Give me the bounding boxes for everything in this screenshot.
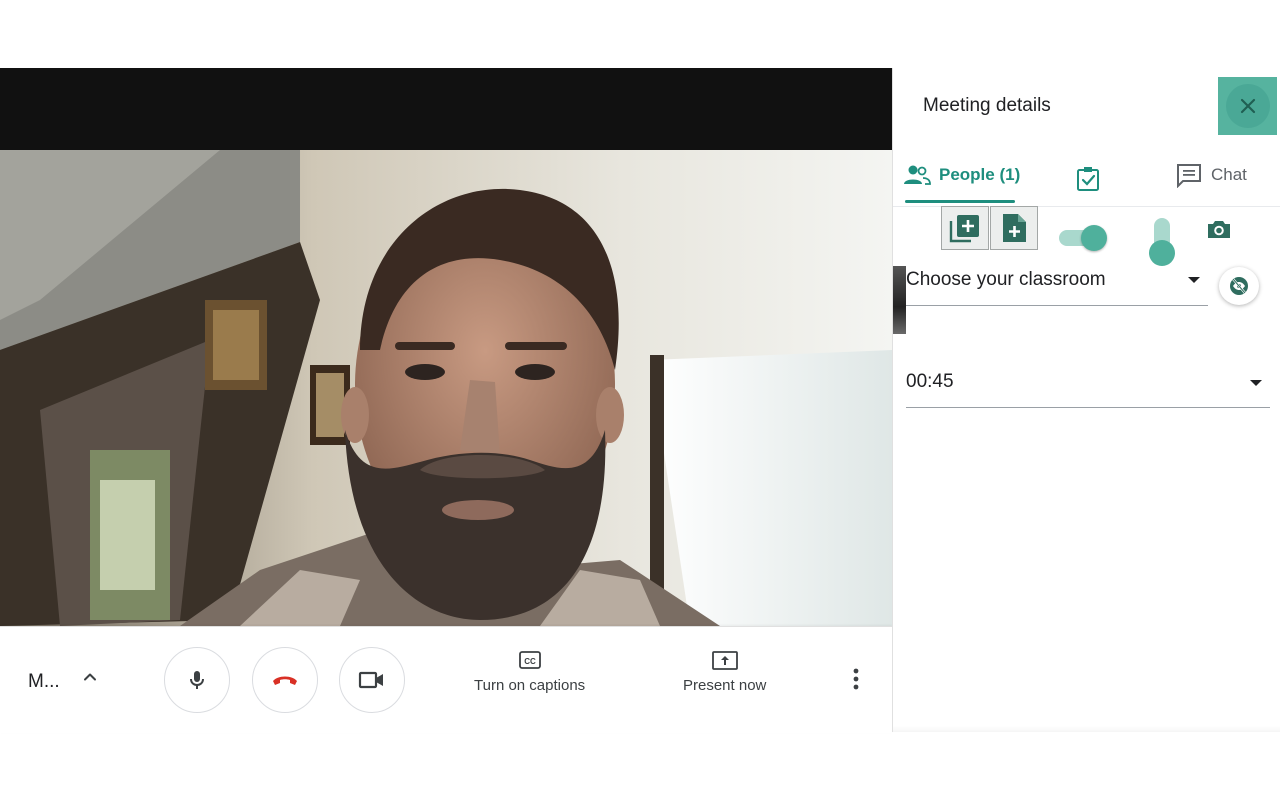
meeting-details-toggle[interactable] — [76, 663, 104, 691]
vertical-slider[interactable] — [1149, 218, 1175, 266]
tab-activities[interactable] — [1073, 164, 1103, 194]
extension-toolbar — [941, 206, 1280, 266]
panel-tabs: People (1) Chat — [893, 158, 1280, 207]
phone-hangup-icon — [273, 676, 297, 685]
chevron-down-icon — [1188, 277, 1200, 283]
classroom-select[interactable]: Choose your classroom — [906, 263, 1208, 306]
add-slide-button[interactable] — [941, 206, 989, 250]
meeting-details-panel: Meeting details People (1) Chat Choose y… — [892, 68, 1280, 732]
add-to-library-icon — [949, 215, 979, 243]
tab-people-label: People (1) — [939, 165, 1021, 184]
duration-select-value: 00:45 — [906, 371, 954, 392]
people-icon — [904, 165, 931, 185]
meeting-name[interactable]: M... — [28, 671, 60, 693]
captions-label: Turn on captions — [474, 677, 586, 694]
camera-icon — [1208, 221, 1230, 238]
visibility-off-icon — [1230, 277, 1248, 295]
tab-chat-label: Chat — [1211, 165, 1247, 184]
camera-button[interactable] — [339, 647, 405, 713]
present-now-label: Present now — [683, 677, 767, 694]
closed-captions-icon: CC — [518, 651, 541, 669]
panel-title: Meeting details — [923, 95, 1051, 116]
microphone-button[interactable] — [164, 647, 230, 713]
chevron-up-icon — [84, 673, 96, 681]
participant-video-feed — [0, 150, 892, 626]
snapshot-button[interactable] — [1205, 216, 1233, 242]
chevron-down-icon — [1250, 380, 1262, 386]
chat-icon — [1177, 164, 1201, 188]
microphone-icon — [190, 671, 204, 689]
classroom-select-value: Choose your classroom — [906, 269, 1106, 290]
video-camera-icon — [358, 671, 383, 689]
captions-button[interactable]: CC Turn on captions — [474, 649, 585, 694]
close-panel-button[interactable] — [1218, 77, 1277, 135]
more-options-button[interactable] — [842, 665, 870, 693]
duration-select[interactable]: 00:45 — [906, 365, 1270, 408]
clipboard-check-icon — [1077, 167, 1099, 191]
add-document-button[interactable] — [990, 206, 1038, 250]
hide-button[interactable] — [1219, 267, 1259, 305]
call-controls-bar: M... CC Turn on captions Present now — [0, 626, 892, 733]
meet-window: M... CC Turn on captions Present now Mee… — [0, 68, 1280, 733]
extension-toggle-switch[interactable] — [1059, 225, 1107, 251]
close-icon — [1240, 98, 1255, 114]
tab-chat[interactable]: Chat — [1175, 162, 1247, 188]
tab-people[interactable]: People (1) — [903, 158, 1020, 204]
svg-text:CC: CC — [524, 657, 536, 666]
active-tab-indicator — [905, 200, 1015, 203]
note-add-icon — [1003, 214, 1026, 242]
leave-call-button[interactable] — [252, 647, 318, 713]
video-thumbnail-strip — [893, 266, 906, 334]
video-stage — [0, 68, 892, 626]
present-now-button[interactable]: Present now — [683, 649, 766, 694]
present-screen-icon — [711, 651, 738, 670]
more-vertical-icon — [853, 668, 859, 690]
